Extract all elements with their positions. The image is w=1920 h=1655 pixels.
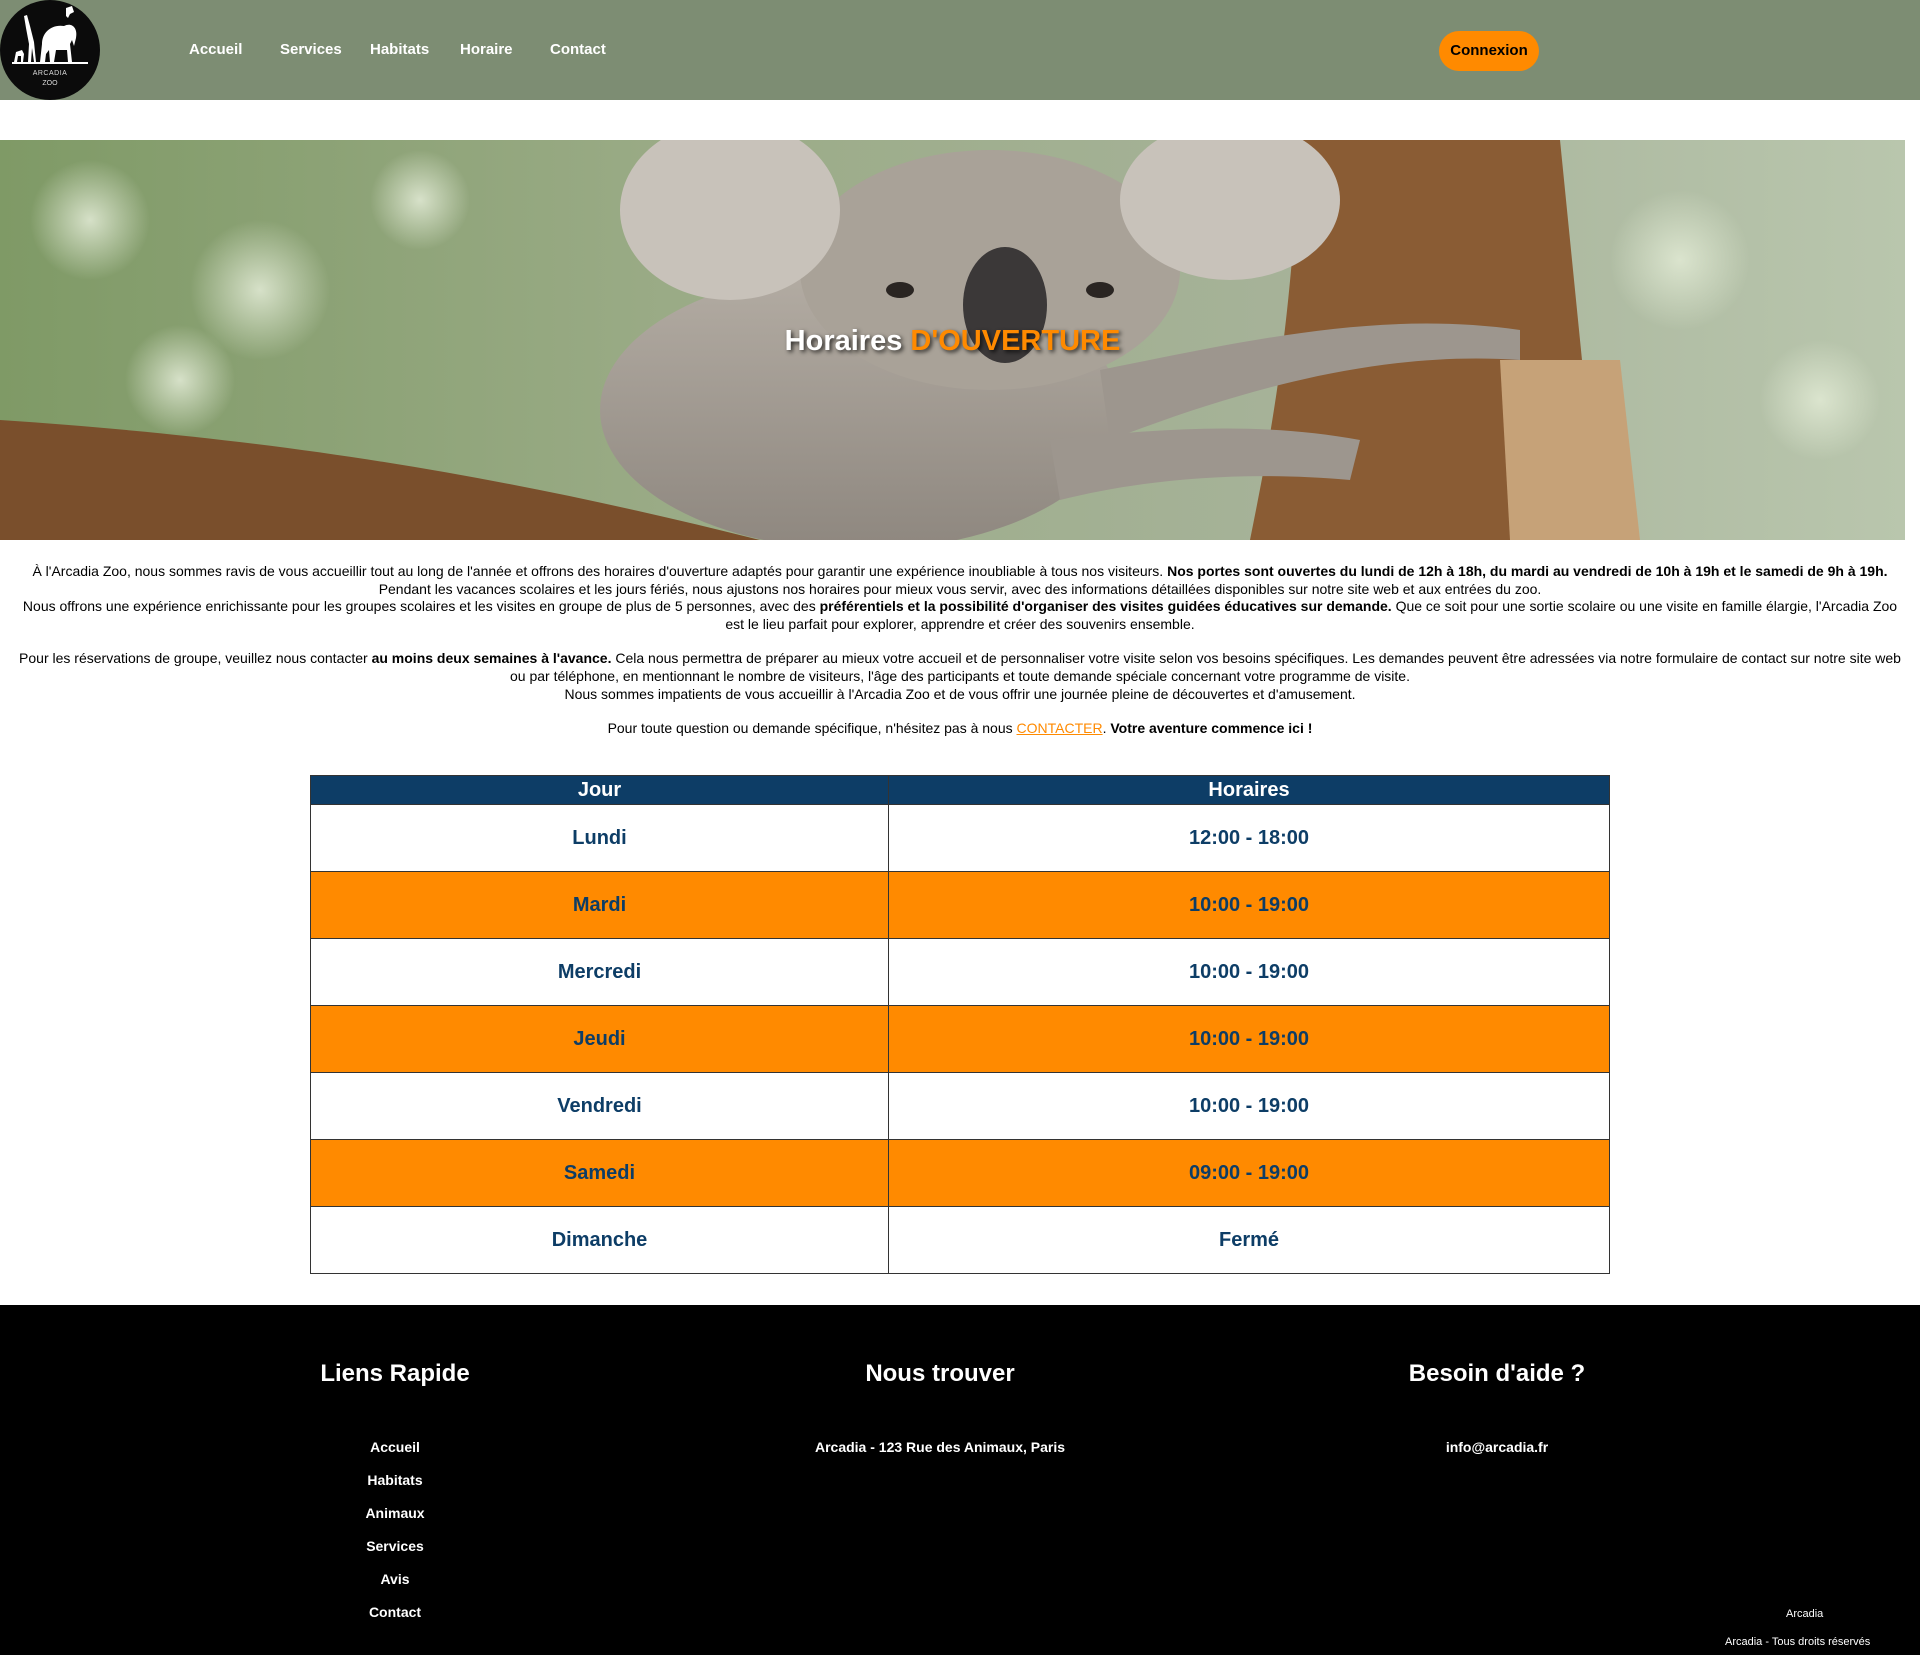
intro-text: À l'Arcadia Zoo, nous sommes ravis de vo… [18, 563, 1902, 738]
table-row: Vendredi 10:00 - 19:00 [310, 1072, 1610, 1140]
intro-paragraph-2: Pendant les vacances scolaires et les jo… [378, 580, 1542, 597]
hours-cell: 10:00 - 19:00 [888, 938, 1610, 1006]
intro-p1-text: À l'Arcadia Zoo, nous sommes ravis de vo… [32, 563, 1168, 579]
footer-link-animaux[interactable]: Animaux [195, 1505, 595, 1521]
footer: Liens Rapide Accueil Habitats Animaux Se… [0, 1305, 1920, 1655]
footer-link-accueil[interactable]: Accueil [195, 1439, 595, 1455]
intro-p6-a: Pour toute question ou demande spécifiqu… [607, 720, 1017, 737]
nav-link-contact[interactable]: Contact [550, 41, 606, 58]
intro-p4-b: Cela nous permettra de préparer au mieux… [510, 650, 1901, 684]
hero-title-main: Horaires [784, 325, 911, 357]
elephant-giraffe-logo-icon [12, 6, 88, 64]
nav-link-services[interactable]: Services [280, 41, 342, 58]
footer-address: Arcadia - 123 Rue des Animaux, Paris [814, 1439, 1066, 1455]
table-row: Dimanche Fermé [310, 1206, 1610, 1274]
table-row: Mercredi 10:00 - 19:00 [310, 938, 1610, 1006]
intro-paragraph-1: À l'Arcadia Zoo, nous sommes ravis de vo… [18, 563, 1902, 581]
intro-p1-bold: Nos portes sont ouvertes du lundi de 12h… [1167, 563, 1888, 579]
footer-link-contact[interactable]: Contact [195, 1604, 595, 1620]
day-cell: Samedi [310, 1139, 889, 1207]
nav-link-horaire[interactable]: Horaire [460, 41, 513, 58]
day-cell: Vendredi [310, 1072, 889, 1140]
login-button[interactable]: Connexion [1439, 31, 1539, 71]
footer-find-us-title: Nous trouver [865, 1360, 1015, 1387]
footer-link-habitats[interactable]: Habitats [195, 1472, 595, 1488]
table-row: Mardi 10:00 - 19:00 [310, 871, 1610, 939]
hours-cell: 09:00 - 19:00 [888, 1139, 1610, 1207]
day-cell: Mercredi [310, 938, 889, 1006]
footer-copyright-brand: Arcadia [1786, 1608, 1824, 1620]
day-cell: Dimanche [310, 1206, 889, 1274]
table-header-row: Jour Horaires [310, 775, 1610, 805]
intro-paragraph-4: Pour les réservations de groupe, veuille… [18, 650, 1902, 685]
day-cell: Jeudi [310, 1005, 889, 1073]
nav-link-accueil[interactable]: Accueil [189, 41, 242, 58]
hero-title: Horaires D'OUVERTURE [0, 325, 1905, 358]
intro-paragraph-3: Nous offrons une expérience enrichissant… [18, 598, 1902, 633]
hours-cell: 12:00 - 18:00 [888, 804, 1610, 872]
hours-cell: 10:00 - 19:00 [888, 871, 1610, 939]
site-logo[interactable]: ARCADIA ZOO [0, 0, 100, 100]
hero-title-accent: D'OUVERTURE [910, 325, 1121, 357]
footer-quick-links-title: Liens Rapide [320, 1360, 470, 1387]
day-cell: Mardi [310, 871, 889, 939]
footer-help-title: Besoin d'aide ? [1408, 1360, 1586, 1387]
table-row: Jeudi 10:00 - 19:00 [310, 1005, 1610, 1073]
hours-cell: Fermé [888, 1206, 1610, 1274]
intro-p3-bold: préférentiels et la possibilité d'organi… [819, 598, 1392, 615]
hours-cell: 10:00 - 19:00 [888, 1005, 1610, 1073]
intro-p3-a: Nous offrons une expérience enrichissant… [22, 598, 820, 615]
intro-paragraph-6: Pour toute question ou demande spécifiqu… [18, 720, 1902, 738]
footer-email[interactable]: info@arcadia.fr [1297, 1439, 1697, 1455]
header-horaires: Horaires [888, 775, 1610, 805]
contact-link[interactable]: CONTACTER [1017, 720, 1103, 736]
logo-subtext: ZOO [42, 80, 58, 87]
table-row: Samedi 09:00 - 19:00 [310, 1139, 1610, 1207]
navbar: ARCADIA ZOO Accueil Services Habitats Ho… [0, 0, 1920, 100]
logo-text: ARCADIA [32, 70, 68, 77]
intro-p4-bold: au moins deux semaines à l'avance. [371, 650, 612, 667]
hours-cell: 10:00 - 19:00 [888, 1072, 1610, 1140]
day-cell: Lundi [310, 804, 889, 872]
hero-banner: Horaires D'OUVERTURE [0, 140, 1905, 540]
table-row: Lundi 12:00 - 18:00 [310, 804, 1610, 872]
footer-link-services[interactable]: Services [195, 1538, 595, 1554]
hours-table: Jour Horaires Lundi 12:00 - 18:00 Mardi … [310, 775, 1610, 1274]
intro-p6-bold: Votre aventure commence ici ! [1110, 720, 1313, 737]
header-jour: Jour [310, 775, 889, 805]
intro-p4-a: Pour les réservations de groupe, veuille… [19, 650, 372, 667]
nav-link-habitats[interactable]: Habitats [370, 41, 429, 58]
footer-link-avis[interactable]: Avis [195, 1571, 595, 1587]
footer-copyright: Arcadia - Tous droits réservés [1725, 1636, 1871, 1648]
intro-paragraph-5: Nous sommes impatients de vous accueilli… [564, 685, 1356, 702]
